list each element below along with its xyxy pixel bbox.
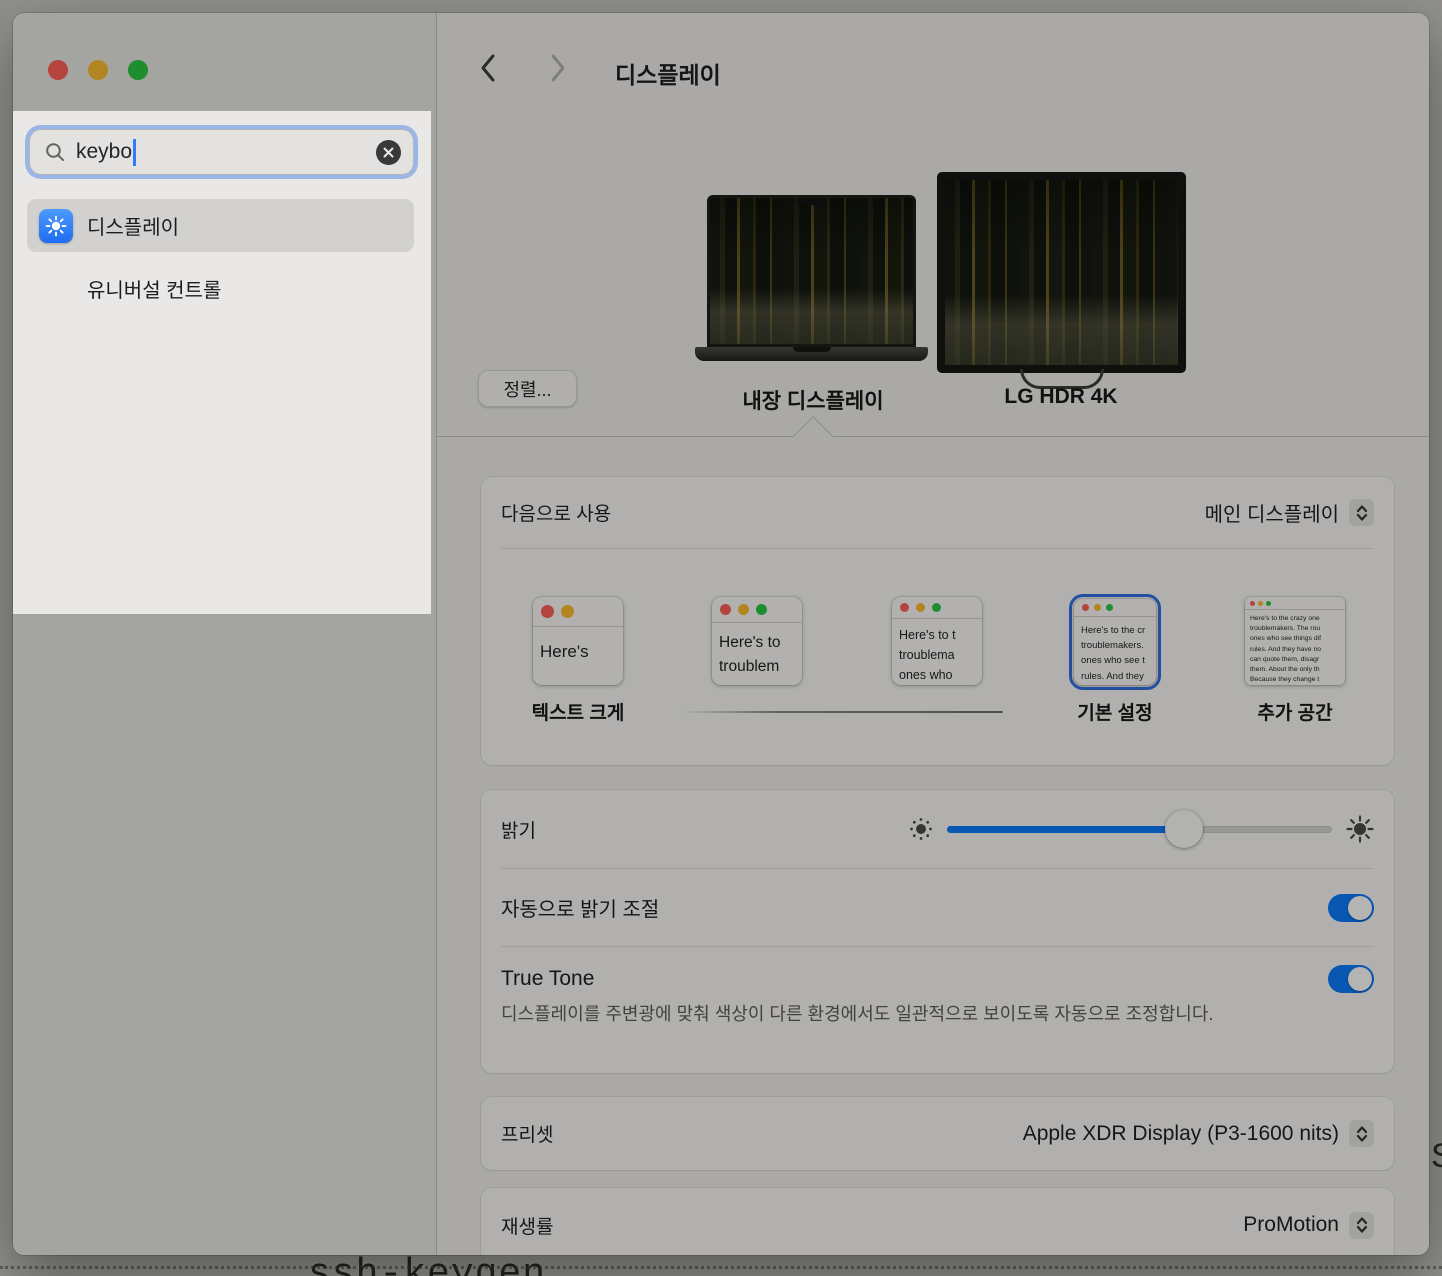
preset-card: 프리셋 Apple XDR Display (P3-1600 nits): [481, 1097, 1394, 1170]
use-as-value: 메인 디스플레이: [1205, 498, 1339, 527]
true-tone-description: 디스플레이를 주변광에 맞춰 색상이 다른 환경에서도 일관적으로 보이도록 자…: [501, 1001, 1246, 1029]
refresh-rate-label: 재생률: [501, 1212, 553, 1239]
brightness-slider-thumb[interactable]: [1165, 810, 1203, 848]
auto-brightness-row: 자동으로 밝기 조절: [481, 869, 1394, 946]
brightness-slider[interactable]: [947, 826, 1332, 833]
display-thumbnail-lg-hdr-4k[interactable]: [937, 172, 1186, 373]
laptop-screen: [707, 195, 916, 347]
text-cursor: [133, 139, 136, 166]
minimize-window-button[interactable]: [88, 60, 108, 80]
background-dotted-line: [0, 1266, 1442, 1269]
laptop-notch: [797, 198, 827, 205]
mini-yellow-dot: [1258, 601, 1263, 606]
brightness-icon: [39, 209, 73, 243]
close-window-button[interactable]: [48, 60, 68, 80]
brightness-label: 밝기: [501, 816, 536, 843]
preset-row: 프리셋 Apple XDR Display (P3-1600 nits): [481, 1097, 1394, 1170]
mini-green-dot: [1266, 601, 1271, 606]
laptop-base: [695, 347, 928, 361]
background-letter: S: [1431, 1137, 1442, 1176]
refresh-rate-value: ProMotion: [1243, 1213, 1339, 1237]
scaling-option-label: 텍스트 크게: [532, 698, 625, 725]
scaling-option-label: 추가 공간: [1257, 698, 1332, 725]
mini-red-dot: [1250, 601, 1255, 606]
mini-green-dot: [756, 604, 767, 615]
search-result-label: 유니버설 컨트롤: [87, 274, 221, 303]
auto-brightness-label: 자동으로 밝기 조절: [501, 893, 659, 922]
mini-yellow-dot: [1094, 604, 1101, 611]
mini-green-dot: [1106, 604, 1113, 611]
true-tone-label: True Tone: [501, 967, 594, 991]
background-terminal-text: ssh-keygen: [308, 1253, 546, 1276]
search-result-displays[interactable]: 디스플레이: [27, 199, 414, 252]
preset-popup-button[interactable]: [1349, 1120, 1374, 1147]
search-result-universal-control[interactable]: 유니버설 컨트롤: [27, 262, 414, 315]
display-name-builtin: 내장 디스플레이: [742, 385, 883, 415]
monitor-screen: [937, 172, 1186, 373]
use-as-popup-button[interactable]: [1349, 499, 1374, 526]
search-value: keybo: [76, 140, 132, 164]
brightness-low-icon: [909, 817, 933, 841]
brightness-high-icon: [1346, 815, 1374, 843]
mini-red-dot: [541, 605, 554, 618]
mini-red-dot: [720, 604, 731, 615]
resolution-card: 다음으로 사용 메인 디스플레이 Here's: [481, 477, 1394, 765]
mini-green-dot: [932, 603, 941, 612]
display-thumbnail-builtin[interactable]: [707, 195, 916, 347]
sidebar: keybo 디스플레이 유니버설 컨트롤: [13, 13, 437, 1255]
toggle-knob: [1348, 967, 1372, 991]
display-name-external: LG HDR 4K: [1004, 385, 1117, 409]
mini-yellow-dot: [561, 605, 574, 618]
forward-button[interactable]: [549, 53, 567, 83]
true-tone-row: True Tone 디스플레이를 주변광에 맞춰 색상이 다른 환경에서도 일관…: [481, 947, 1394, 1029]
refresh-rate-popup-button[interactable]: [1349, 1212, 1374, 1239]
arrange-button[interactable]: 정렬...: [478, 370, 577, 407]
refresh-rate-row: 재생률 ProMotion: [481, 1188, 1394, 1255]
zoom-window-button[interactable]: [128, 60, 148, 80]
search-icon: [44, 141, 66, 163]
auto-brightness-toggle[interactable]: [1328, 894, 1374, 922]
screen: { "desktop": { "background_text": "ssh-k…: [0, 0, 1442, 1276]
mini-yellow-dot: [916, 603, 925, 612]
scaling-options: Here's 텍스트 크게 Here's to: [481, 549, 1394, 765]
clear-search-button[interactable]: [376, 140, 401, 165]
main-panel: 디스플레이 내장 디스플레이 LG HDR 4K 정렬... 다음으로 사용 메…: [437, 13, 1429, 1255]
use-as-label: 다음으로 사용: [501, 499, 611, 526]
panel-divider: [437, 436, 1429, 437]
search-input[interactable]: keybo: [29, 129, 414, 175]
brightness-card: 밝기: [481, 790, 1394, 1073]
true-tone-toggle[interactable]: [1328, 965, 1374, 993]
mini-red-dot: [1082, 604, 1089, 611]
mini-red-dot: [900, 603, 909, 612]
mini-yellow-dot: [738, 604, 749, 615]
preset-value: Apple XDR Display (P3-1600 nits): [1023, 1122, 1339, 1146]
scaling-option-label: 기본 설정: [1077, 698, 1152, 725]
window-controls: [48, 60, 148, 80]
toggle-knob: [1348, 896, 1372, 920]
pointer-fill: [793, 417, 833, 457]
options-connector-line: [680, 711, 1003, 713]
brightness-row: 밝기: [481, 790, 1394, 868]
use-as-row: 다음으로 사용 메인 디스플레이: [481, 477, 1394, 548]
page-title: 디스플레이: [615, 56, 721, 90]
brightness-slider-fill: [947, 826, 1184, 833]
refresh-rate-card: 재생률 ProMotion: [481, 1188, 1394, 1255]
back-button[interactable]: [479, 53, 497, 83]
system-settings-window: keybo 디스플레이 유니버설 컨트롤: [13, 13, 1429, 1255]
preset-label: 프리셋: [501, 1120, 553, 1147]
search-result-label: 디스플레이: [87, 211, 179, 240]
